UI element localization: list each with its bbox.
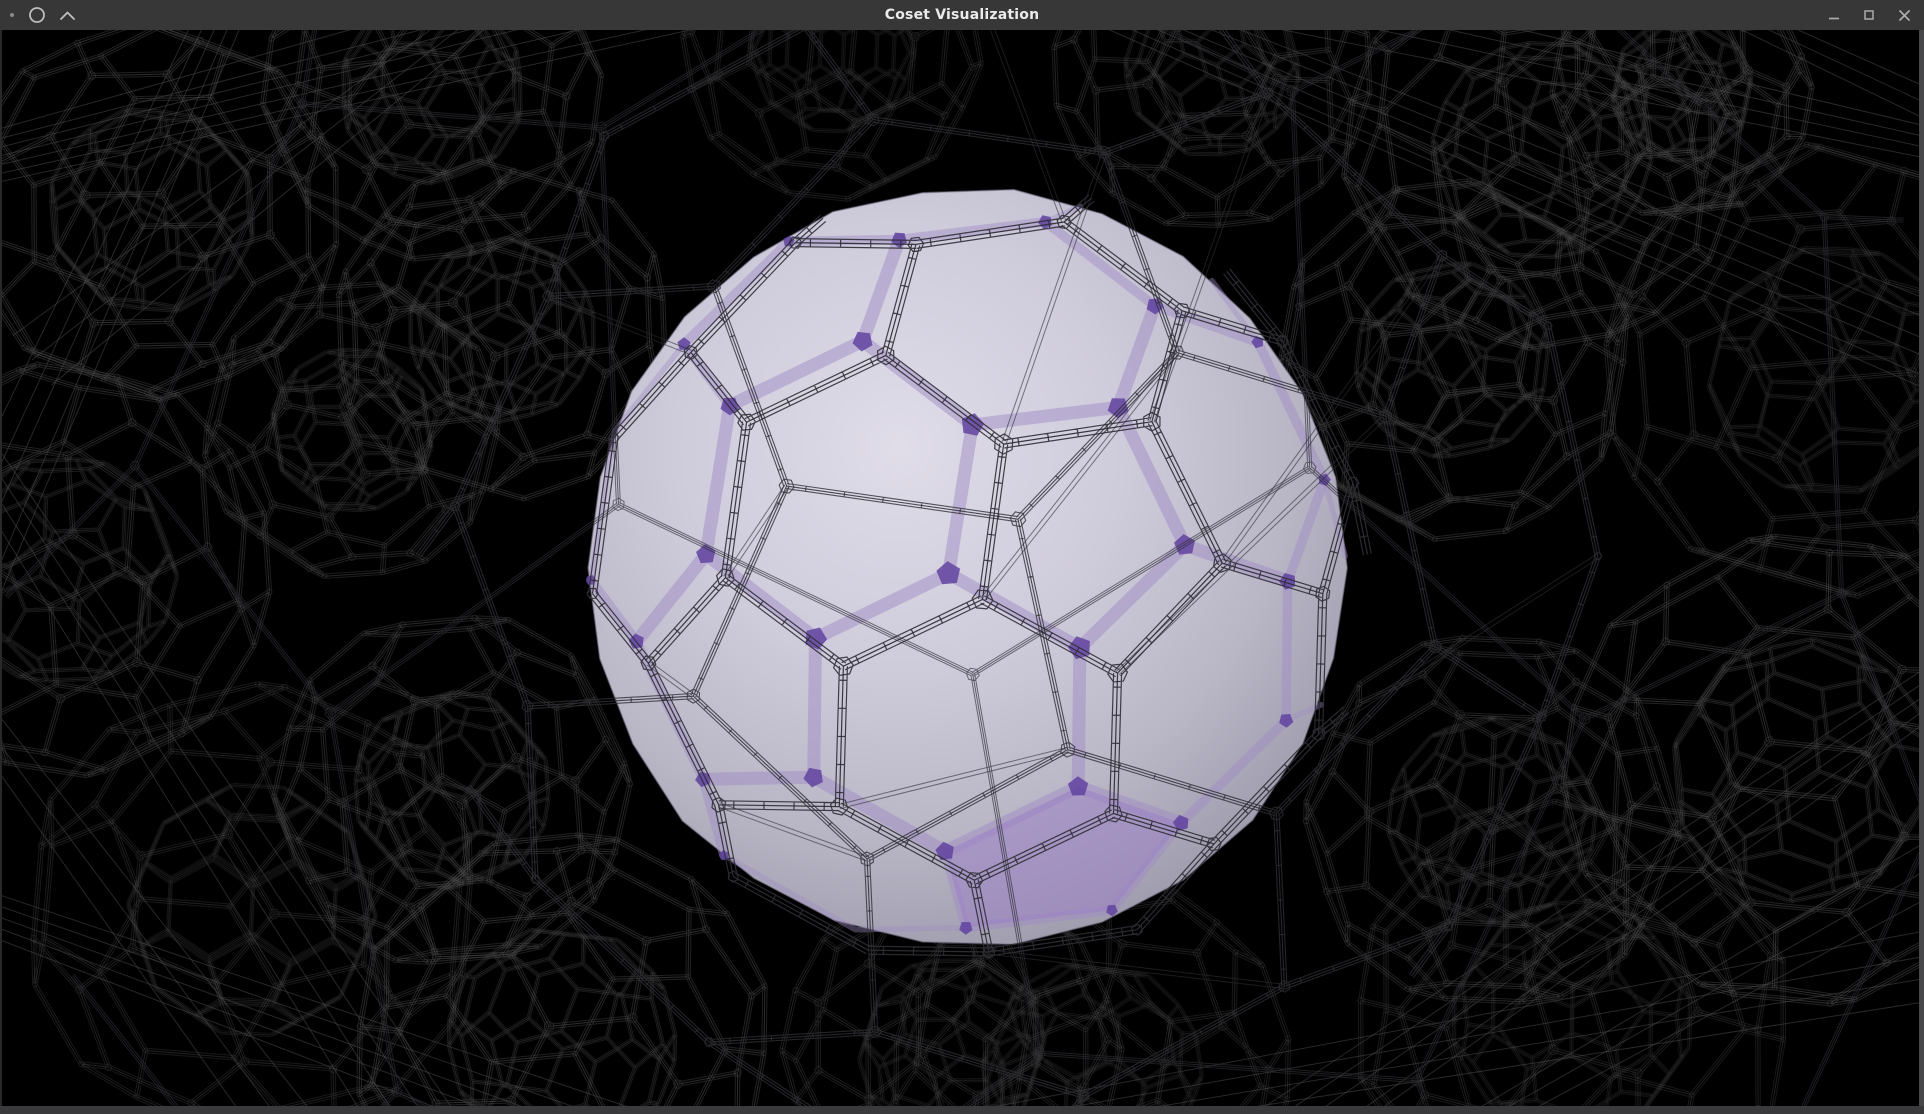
circle-icon[interactable]: [28, 6, 46, 24]
minimize-icon: [1828, 9, 1840, 21]
maximize-icon: [1863, 9, 1875, 21]
window-title: Coset Visualization: [0, 7, 1924, 23]
close-icon: [1898, 9, 1911, 22]
status-dot-icon: [9, 12, 15, 18]
window-edge-bottom: [0, 1106, 1924, 1114]
viewport: [0, 30, 1924, 1106]
coset-3d-canvas[interactable]: [2, 30, 1919, 1106]
window-controls: [1821, 0, 1917, 30]
titlebar[interactable]: Coset Visualization: [0, 0, 1924, 30]
maximize-button[interactable]: [1856, 3, 1882, 27]
close-button[interactable]: [1891, 3, 1917, 27]
chevron-up-icon[interactable]: [59, 10, 76, 21]
titlebar-left-icons: [9, 0, 76, 30]
app-window: Coset Visualization: [0, 0, 1924, 1114]
minimize-button[interactable]: [1821, 3, 1847, 27]
